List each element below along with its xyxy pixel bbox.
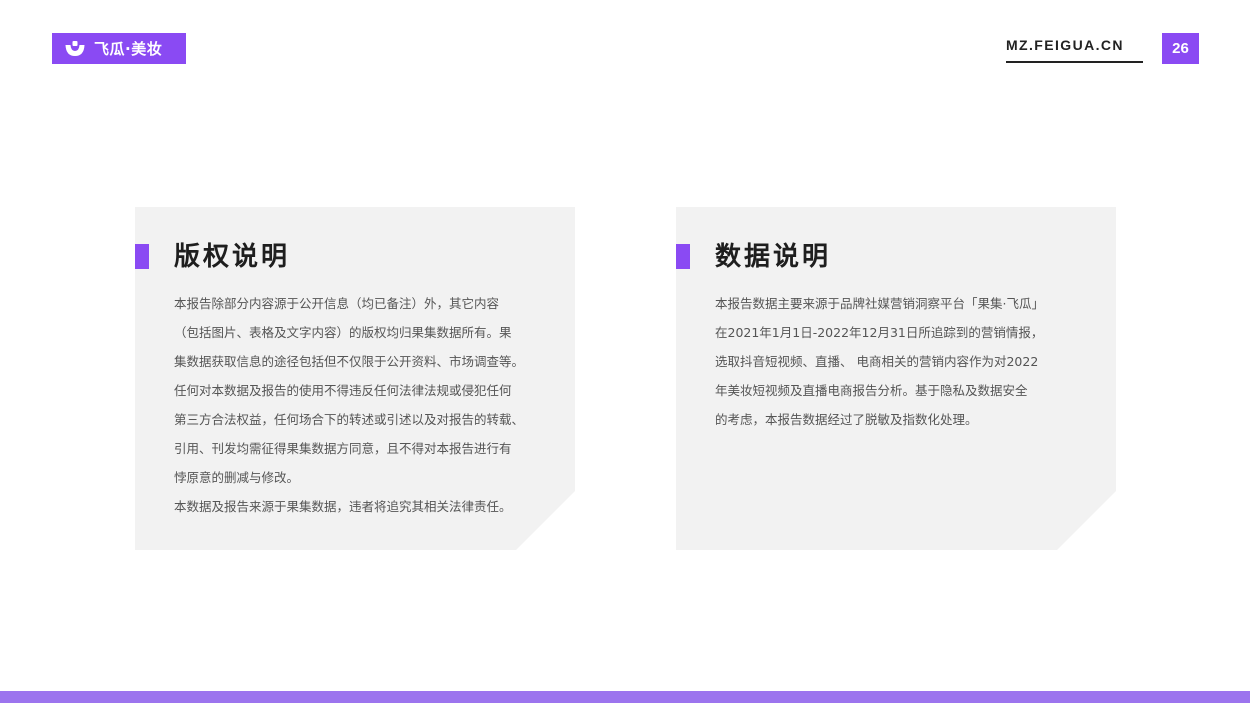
body-line: （包括图片、表格及文字内容）的版权均归果集数据所有。果 (174, 325, 512, 340)
data-note-card: 数据说明 本报告数据主要来源于品牌社媒营销洞察平台「果集·飞瓜」 在2021年1… (676, 207, 1116, 550)
feigua-smile-icon (65, 40, 85, 56)
body-line: 年美妆短视频及直播电商报告分析。基于隐私及数据安全 (715, 383, 1028, 398)
body-line: 选取抖音短视频、直播、 电商相关的营销内容作为对2022 (715, 354, 1039, 369)
body-line: 本报告除部分内容源于公开信息（均已备注）外，其它内容 (174, 296, 500, 311)
body-line: 引用、刊发均需征得果集数据方同意，且不得对本报告进行有 (174, 441, 512, 456)
body-line: 悖原意的删减与修改。 (174, 470, 300, 485)
body-line: 在2021年1月1日-2022年12月31日所追踪到的营销情报， (715, 325, 1044, 340)
body-line: 本数据及报告来源于果集数据，违者将追究其相关法律责任。 (174, 499, 512, 514)
body-line: 第三方合法权益，任何场合下的转述或引述以及对报告的转载、 (174, 412, 525, 427)
copyright-card: 版权说明 本报告除部分内容源于公开信息（均已备注）外，其它内容 （包括图片、表格… (135, 207, 575, 550)
section-marker (135, 244, 149, 269)
brand-logo: 飞瓜·美妆 (52, 33, 186, 64)
section-marker (676, 244, 690, 269)
body-line: 集数据获取信息的途径包括但不仅限于公开资料、市场调查等。 (174, 354, 525, 369)
copyright-body: 本报告除部分内容源于公开信息（均已备注）外，其它内容 （包括图片、表格及文字内容… (174, 289, 549, 521)
body-line: 任何对本数据及报告的使用不得违反任何法律法规或侵犯任何 (174, 383, 512, 398)
copyright-title: 版权说明 (174, 242, 291, 272)
brand-name: 飞瓜·美妆 (94, 40, 163, 58)
site-url-underline (1006, 61, 1143, 63)
bottom-accent-bar (0, 691, 1250, 703)
data-note-body: 本报告数据主要来源于品牌社媒营销洞察平台「果集·飞瓜」 在2021年1月1日-2… (715, 289, 1090, 434)
page-number: 26 (1162, 33, 1199, 64)
body-line: 本报告数据主要来源于品牌社媒营销洞察平台「果集·飞瓜」 (715, 296, 1044, 311)
data-note-title: 数据说明 (715, 242, 832, 272)
body-line: 的考虑，本报告数据经过了脱敏及指数化处理。 (715, 412, 978, 427)
site-url: MZ.FEIGUA.CN (1006, 37, 1124, 53)
